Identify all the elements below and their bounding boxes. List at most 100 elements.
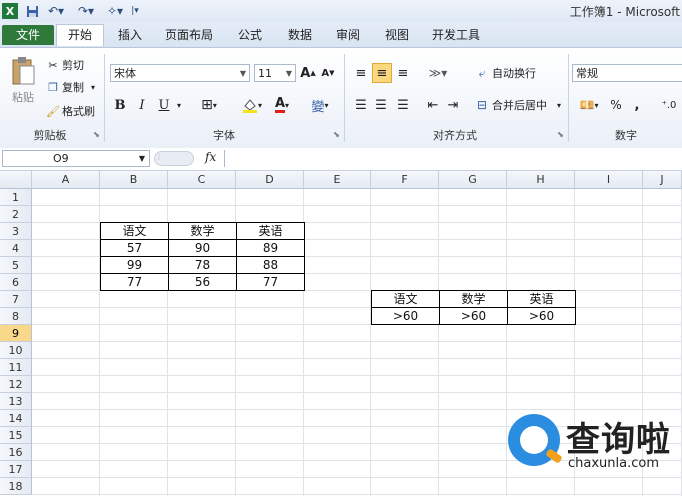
- fill-color-button[interactable]: ▾: [238, 96, 266, 114]
- tab-developer[interactable]: 开发工具: [424, 25, 488, 45]
- table-header-cell[interactable]: 数学: [439, 290, 508, 308]
- copy-dropdown-icon[interactable]: ▾: [88, 80, 98, 94]
- row-header-1[interactable]: 1: [0, 189, 32, 206]
- tab-page-layout[interactable]: 页面布局: [158, 25, 220, 45]
- row-header-9[interactable]: 9: [0, 325, 32, 342]
- font-name-combo[interactable]: 宋体 ▼: [110, 64, 250, 82]
- comma-button[interactable]: ,: [630, 96, 644, 114]
- excel-logo-icon[interactable]: X: [2, 3, 18, 19]
- underline-button[interactable]: U: [156, 96, 172, 114]
- table-cell[interactable]: 88: [236, 256, 305, 274]
- tab-file[interactable]: 文件: [2, 25, 54, 45]
- row-header-17[interactable]: 17: [0, 461, 32, 478]
- row-header-15[interactable]: 15: [0, 427, 32, 444]
- table-cell[interactable]: 77: [236, 273, 305, 291]
- shrink-font-button[interactable]: A ▼: [320, 64, 336, 82]
- align-left-icon[interactable]: ☰: [352, 96, 370, 114]
- tab-formulas[interactable]: 公式: [228, 25, 272, 45]
- table-cell[interactable]: 77: [100, 273, 169, 291]
- column-header-g[interactable]: G: [439, 171, 507, 189]
- column-header-d[interactable]: D: [236, 171, 304, 189]
- row-header-3[interactable]: 3: [0, 223, 32, 240]
- table-cell[interactable]: 57: [100, 239, 169, 257]
- customize-icon[interactable]: ✧▾: [104, 3, 126, 19]
- copy-button[interactable]: 复制: [62, 80, 90, 94]
- table-cell[interactable]: >60: [507, 307, 576, 325]
- paste-icon[interactable]: [6, 54, 40, 90]
- grow-font-button[interactable]: A ▲: [300, 64, 316, 82]
- borders-button[interactable]: ⊞ ▾: [196, 96, 222, 114]
- phonetic-button[interactable]: 變 ▾: [306, 96, 334, 115]
- font-size-combo[interactable]: 11 ▼: [254, 64, 296, 82]
- table-header-cell[interactable]: 英语: [236, 222, 305, 240]
- column-header-c[interactable]: C: [168, 171, 236, 189]
- wrap-text-button[interactable]: 自动换行: [492, 64, 552, 82]
- row-header-14[interactable]: 14: [0, 410, 32, 427]
- align-bottom-icon[interactable]: ≡: [394, 64, 412, 82]
- row-header-7[interactable]: 7: [0, 291, 32, 308]
- name-box[interactable]: O9 ▼: [2, 150, 150, 167]
- increase-indent-icon[interactable]: ⇥: [444, 96, 462, 114]
- row-header-16[interactable]: 16: [0, 444, 32, 461]
- align-center-icon[interactable]: ☰: [372, 96, 390, 114]
- row-header-10[interactable]: 10: [0, 342, 32, 359]
- paste-button[interactable]: 粘贴: [6, 90, 40, 104]
- table-cell[interactable]: >60: [439, 307, 508, 325]
- font-color-button[interactable]: A ▾: [268, 96, 296, 114]
- row-header-2[interactable]: 2: [0, 206, 32, 223]
- italic-button[interactable]: I: [134, 96, 150, 114]
- row-header-18[interactable]: 18: [0, 478, 32, 495]
- tab-data[interactable]: 数据: [278, 25, 322, 45]
- row-header-11[interactable]: 11: [0, 359, 32, 376]
- row-header-6[interactable]: 6: [0, 274, 32, 291]
- underline-dropdown-icon[interactable]: ▾: [174, 96, 184, 114]
- bold-button[interactable]: B: [112, 96, 128, 114]
- percent-button[interactable]: %: [608, 96, 624, 114]
- currency-button[interactable]: 💴 ▾: [574, 96, 604, 114]
- column-header-h[interactable]: H: [507, 171, 575, 189]
- table-cell[interactable]: 78: [168, 256, 237, 274]
- formula-bar-splitter[interactable]: ⦙: [154, 151, 194, 166]
- select-all-button[interactable]: [0, 171, 32, 189]
- column-header-j[interactable]: J: [643, 171, 682, 189]
- redo-icon[interactable]: ↷▾: [74, 3, 98, 19]
- table-cell[interactable]: 90: [168, 239, 237, 257]
- format-painter-button[interactable]: 格式刷: [62, 104, 102, 118]
- align-right-icon[interactable]: ☰: [394, 96, 412, 114]
- decrease-indent-icon[interactable]: ⇤: [424, 96, 442, 114]
- font-launcher-icon[interactable]: ⬊: [332, 130, 341, 139]
- tab-insert[interactable]: 插入: [108, 25, 152, 45]
- number-format-combo[interactable]: 常规: [572, 64, 682, 82]
- insert-function-button[interactable]: fx: [205, 150, 216, 164]
- orientation-icon[interactable]: ≫▾: [424, 64, 452, 82]
- merge-dropdown-icon[interactable]: ▾: [554, 96, 564, 114]
- increase-decimal-icon[interactable]: ⁺.0: [656, 96, 682, 114]
- quick-access-menu-icon[interactable]: |▾: [130, 3, 140, 19]
- alignment-launcher-icon[interactable]: ⬊: [556, 130, 565, 139]
- clipboard-launcher-icon[interactable]: ⬊: [92, 130, 101, 139]
- table-cell[interactable]: >60: [371, 307, 440, 325]
- tab-review[interactable]: 审阅: [326, 25, 370, 45]
- column-header-a[interactable]: A: [32, 171, 100, 189]
- table-header-cell[interactable]: 语文: [100, 222, 169, 240]
- row-header-4[interactable]: 4: [0, 240, 32, 257]
- row-header-12[interactable]: 12: [0, 376, 32, 393]
- table-cell[interactable]: 56: [168, 273, 237, 291]
- table-header-cell[interactable]: 英语: [507, 290, 576, 308]
- table-header-cell[interactable]: 语文: [371, 290, 440, 308]
- row-header-8[interactable]: 8: [0, 308, 32, 325]
- table-cell[interactable]: 99: [100, 256, 169, 274]
- column-header-i[interactable]: I: [575, 171, 643, 189]
- table-header-cell[interactable]: 数学: [168, 222, 237, 240]
- column-header-e[interactable]: E: [304, 171, 371, 189]
- merge-center-button[interactable]: 合并后居中: [492, 96, 554, 114]
- row-header-13[interactable]: 13: [0, 393, 32, 410]
- tab-home[interactable]: 开始: [56, 24, 104, 46]
- column-header-b[interactable]: B: [100, 171, 168, 189]
- save-icon[interactable]: [24, 3, 40, 19]
- column-header-f[interactable]: F: [371, 171, 439, 189]
- align-top-icon[interactable]: ≡: [352, 64, 370, 82]
- tab-view[interactable]: 视图: [375, 25, 419, 45]
- undo-icon[interactable]: ↶▾: [44, 3, 68, 19]
- align-middle-icon[interactable]: ≡: [372, 63, 392, 83]
